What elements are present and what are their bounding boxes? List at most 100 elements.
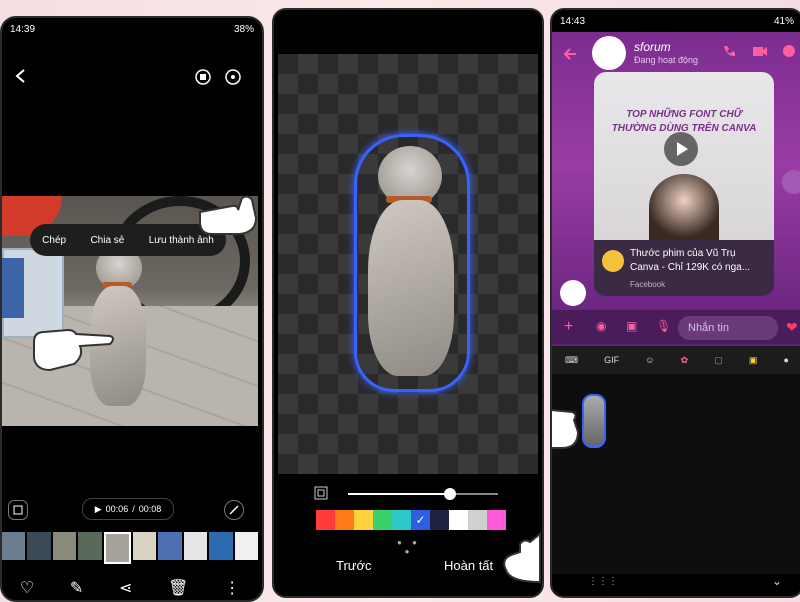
thumbnail[interactable] [133,532,157,560]
shared-video-card[interactable]: TOP NHỮNG FONT CHỮ THƯỜNG DÙNG TRÊN CANV… [594,72,774,296]
color-swatch[interactable] [449,510,468,530]
image-icon[interactable]: ▣ [626,319,637,333]
thumbnail[interactable] [52,532,77,560]
cat-sticker[interactable] [360,140,460,380]
pointing-hand-icon [552,409,580,449]
video-time-pill[interactable]: ▶ 00:06 / 00:08 [82,498,174,520]
color-swatch[interactable] [430,510,449,530]
time-separator: / [132,504,135,514]
done-button[interactable]: Hoàn tất [444,558,493,573]
video-current-time: 00:06 [105,504,129,514]
color-swatch[interactable]: ✓ [411,510,430,530]
cat-sticker-item[interactable] [582,394,606,448]
status-time: 14:39 [10,24,36,35]
menu-copy[interactable]: Chép [42,235,66,246]
sticker-tray: ⌨ GIF ☺ ✿ ▢ ▣ ● [552,346,800,374]
sticker-grid [552,374,800,574]
color-swatch[interactable] [487,510,506,530]
phone-icon[interactable] [722,44,736,58]
message-input[interactable]: Nhắn tin [678,316,778,340]
avatar-icon[interactable]: ● [783,355,788,365]
color-swatch[interactable] [392,510,411,530]
cat-body [368,200,454,376]
settings-icon[interactable] [222,66,244,88]
share-icon[interactable]: ⋖ [119,578,132,598]
color-swatch[interactable] [335,510,354,530]
heart-icon[interactable]: ❤ [786,319,798,336]
color-swatch[interactable] [373,510,392,530]
pointing-hand-icon [503,531,541,584]
menu-share[interactable]: Chia sẻ [90,235,124,246]
add-icon[interactable]: + [564,318,573,336]
mic-icon[interactable]: 🎙 [656,319,671,333]
back-icon[interactable] [10,66,30,86]
back-icon[interactable] [562,46,578,62]
status-battery: 38% [233,24,254,35]
thumbnail[interactable] [27,532,51,560]
status-battery: 41% [773,16,794,27]
gif-tab[interactable]: GIF [604,355,619,365]
share-icon[interactable] [782,170,800,194]
color-swatch[interactable] [316,510,335,530]
avatar[interactable] [592,36,626,70]
info-icon[interactable] [782,44,796,58]
thumbnail[interactable] [158,532,182,560]
page-logo [602,250,624,272]
play-icon[interactable]: ▶ [95,504,102,515]
thumbnail[interactable] [2,532,26,560]
pointing-hand-icon [199,195,258,235]
video-duration: 00:08 [138,504,162,514]
keyboard-dock-icon[interactable]: ⋮⋮⋮ [588,576,618,587]
sticker-pack-icon[interactable]: ▣ [749,355,758,366]
messenger-phone: 14:43 41% sforum Đang hoạt động TOP NHỮN… [550,8,800,598]
outline-icon [314,486,328,500]
thumbnail[interactable] [183,532,208,560]
color-palette[interactable]: ✓ [316,510,506,530]
thumbnail[interactable] [234,532,259,560]
keyboard-icon[interactable]: ⌨ [565,355,578,366]
avatar [560,280,586,306]
emoji-icon[interactable]: ☺ [645,355,654,365]
slider-knob[interactable] [444,488,456,500]
status-bar: 14:39 38% [2,18,262,40]
color-swatch[interactable] [468,510,487,530]
sticker-icon[interactable]: ▢ [714,355,723,366]
nav-bar: ⋮⋮⋮ ⌄ [552,574,800,594]
bottom-action-bar: ♡ ✎ ⋖ 🗑 ⋮ [2,576,258,600]
video-call-icon[interactable] [752,44,768,58]
chat-header [552,32,800,76]
heart-icon[interactable]: ♡ [20,578,34,598]
delete-icon[interactable]: 🗑 [168,578,188,598]
thumbnail-selected[interactable] [103,532,132,564]
edit-icon[interactable]: ✎ [70,578,83,598]
card-line-2: Canva - Chỉ 129K có nga... [630,262,751,273]
camera-icon[interactable]: ◉ [596,319,606,333]
chat-name: sforum [634,40,671,54]
pointing-hand-icon [33,328,114,372]
play-icon[interactable] [664,132,698,166]
context-menu: Chép Chia sẻ Lưu thành ảnh [30,224,226,256]
message-input-placeholder: Nhắn tin [688,322,729,334]
link-meta: Thước phim của Vũ Trụ Canva - Chỉ 129K c… [594,240,774,296]
rotate-icon[interactable] [192,66,214,88]
outline-slider[interactable] [314,486,524,502]
sticker-editor-phone: ✓ ● ● ● Trước Hoàn tất [272,8,544,598]
card-line-1: Thước phim của Vũ Trụ [630,248,736,259]
status-bar: 14:43 41% [552,10,800,32]
screenshot-icon[interactable] [8,500,28,520]
sticker-tab-icon[interactable]: ✿ [681,355,689,366]
mute-icon[interactable] [224,500,244,520]
card-source: Facebook [630,280,666,289]
page-dots: ● ● ● [397,538,421,556]
chevron-down-icon[interactable]: ⌄ [772,574,782,588]
color-swatch[interactable] [354,510,373,530]
chat-status: Đang hoạt động [634,55,699,65]
status-time: 14:43 [560,16,586,27]
thumbnail[interactable] [209,532,233,560]
more-icon[interactable]: ⋮ [224,578,240,598]
presenter-image [649,174,719,240]
thumbnail-strip[interactable] [2,532,259,564]
prev-button[interactable]: Trước [336,558,372,573]
photo-viewer-phone: 14:39 38% Chép Chia sẻ Lưu thành ảnh ▶ 0… [0,16,264,602]
thumbnail[interactable] [78,532,102,560]
